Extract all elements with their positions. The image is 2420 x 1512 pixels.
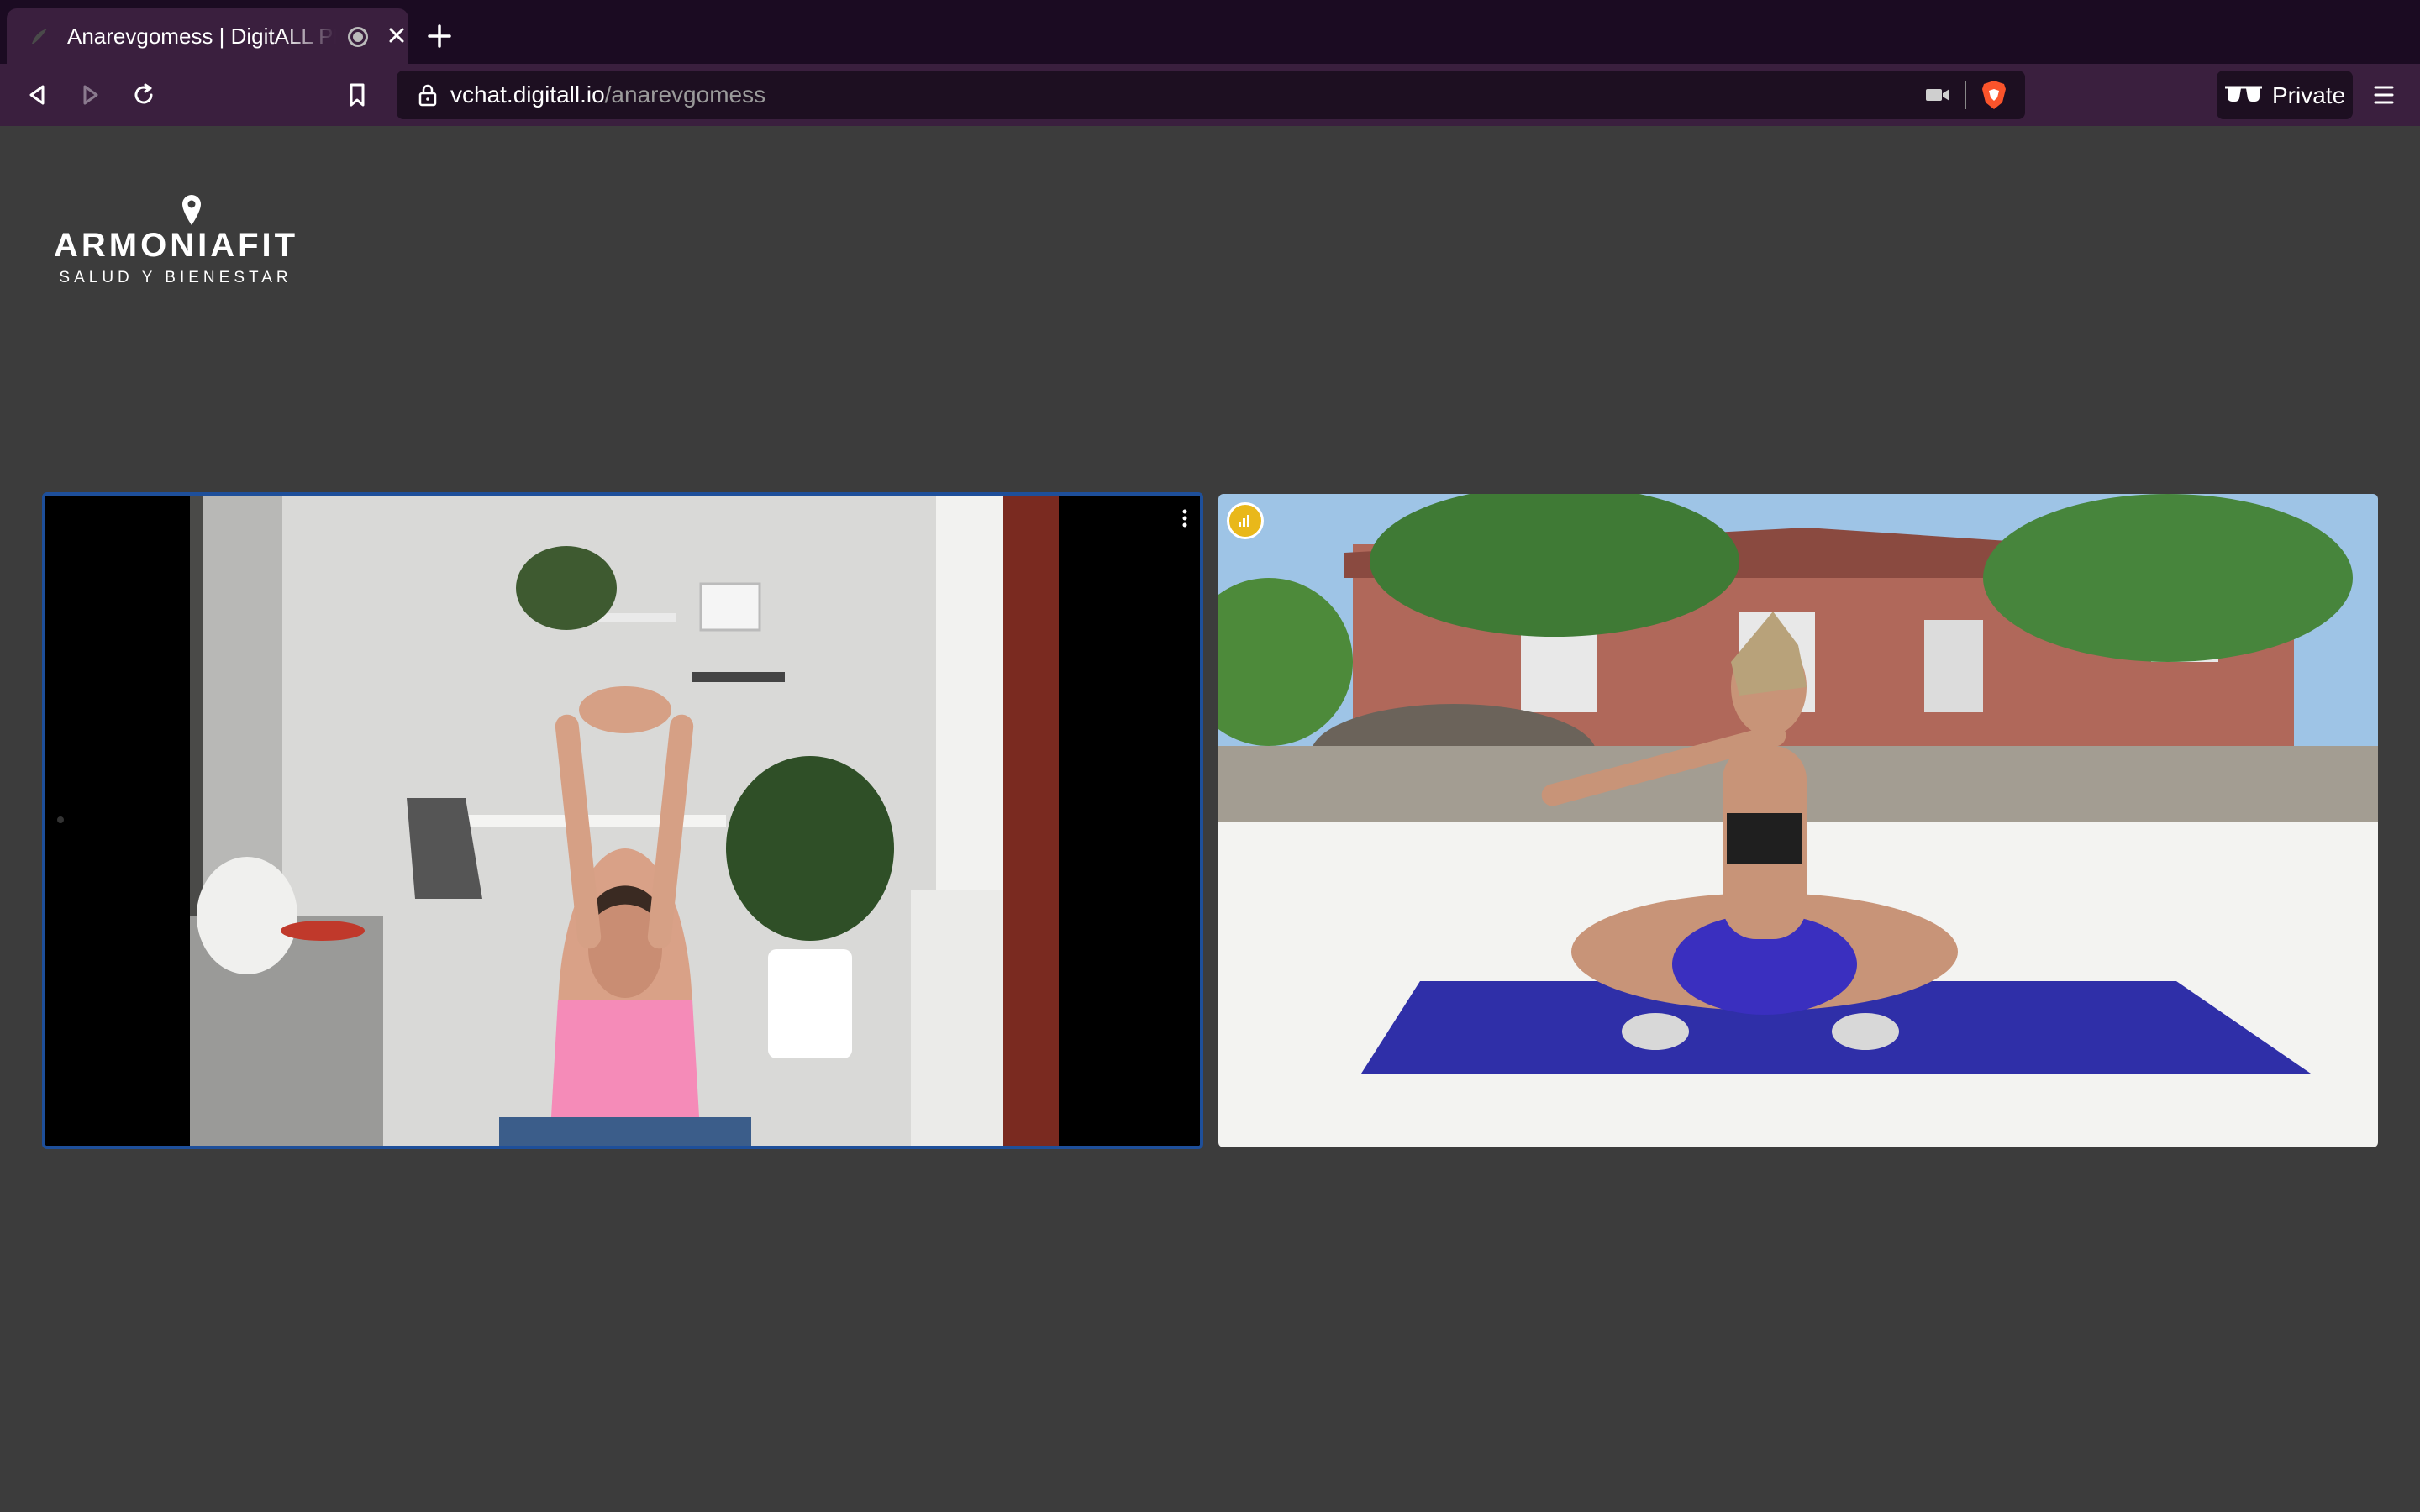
tab-recording-icon[interactable]	[348, 27, 368, 47]
tab-close-icon[interactable]	[383, 22, 410, 49]
address-bar[interactable]: vchat.digitall.io/anarevgomess	[397, 71, 2025, 119]
signal-bars-icon[interactable]	[1227, 502, 1264, 539]
browser-toolbar: vchat.digitall.io/anarevgomess Private	[0, 64, 2420, 126]
local-video-indicator	[57, 816, 64, 823]
new-tab-icon[interactable]	[425, 22, 454, 50]
brand-logo: ARMONIAFIT SALUD Y BIENESTAR	[54, 193, 297, 286]
reload-icon[interactable]	[128, 79, 160, 111]
logo-subtitle: SALUD Y BIENESTAR	[59, 269, 292, 286]
hamburger-menu-icon[interactable]	[2368, 79, 2400, 111]
url-host: vchat.digitall.io	[450, 81, 605, 108]
back-icon[interactable]	[22, 79, 54, 111]
private-window-badge[interactable]: Private	[2217, 71, 2353, 119]
logo-title: ARMONIAFIT	[54, 227, 299, 264]
brave-shield-icon[interactable]	[1980, 79, 2008, 111]
url-path: /anarevgomess	[604, 81, 766, 108]
remote-video-feed	[1218, 494, 2378, 1147]
remote-video-tile[interactable]	[1218, 494, 2378, 1147]
location-pin-icon	[182, 195, 201, 225]
private-label: Private	[2272, 82, 2346, 108]
private-glasses-icon	[2225, 86, 2262, 102]
vertical-dots-icon[interactable]	[1176, 506, 1193, 531]
lock-icon[interactable]	[417, 82, 439, 108]
tab-bar: Anarevgomess | DigitALL PR	[0, 0, 2420, 64]
local-video-tile[interactable]	[42, 492, 1203, 1149]
tab-title: Anarevgomess | DigitALL PR	[67, 24, 336, 49]
bookmark-icon[interactable]	[341, 79, 373, 111]
browser-tab[interactable]: Anarevgomess | DigitALL PR	[7, 8, 408, 64]
url-text[interactable]: vchat.digitall.io/anarevgomess	[450, 81, 765, 108]
forward-icon[interactable]	[74, 79, 106, 111]
signal-bars-glyph	[1239, 515, 1249, 527]
tab-favicon-icon	[32, 29, 47, 44]
page-content: ARMONIAFIT SALUD Y BIENESTAR	[0, 126, 2420, 1512]
camera-icon[interactable]	[1924, 85, 1951, 105]
address-bar-divider	[1965, 81, 1966, 109]
local-video-feed	[45, 496, 1200, 1146]
